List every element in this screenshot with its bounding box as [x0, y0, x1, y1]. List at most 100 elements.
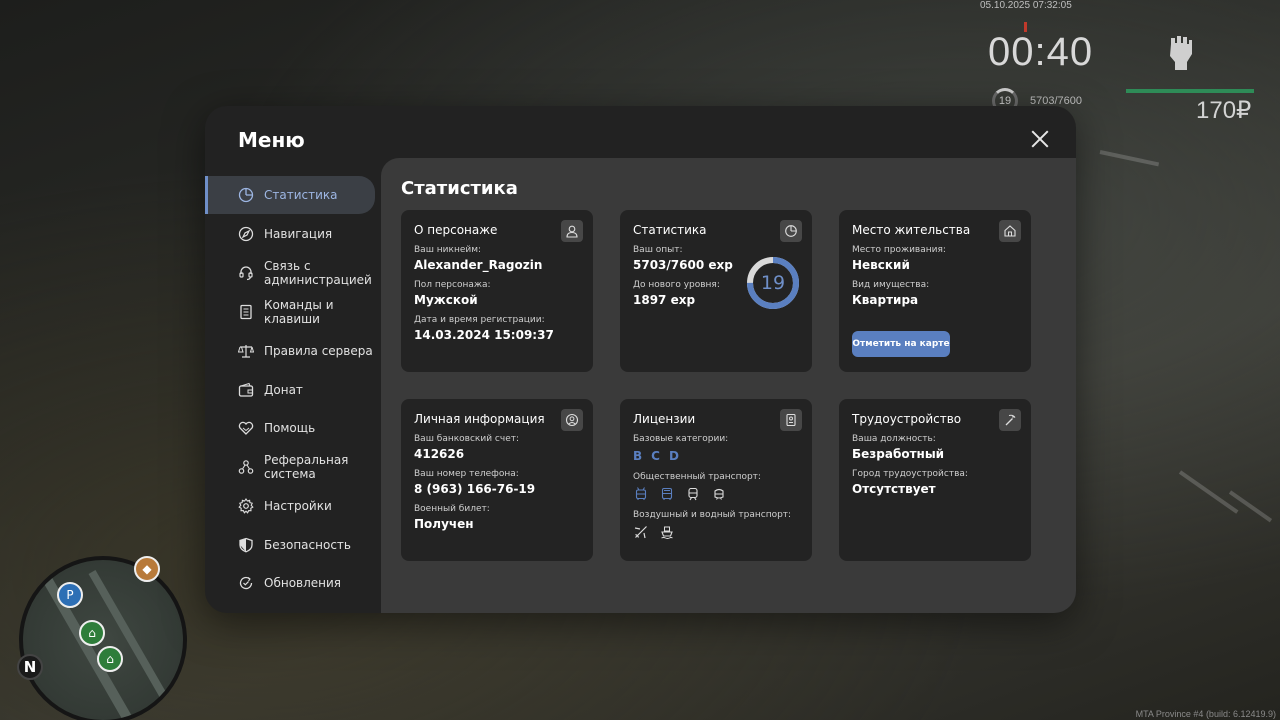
sidebar-item-security[interactable]: Безопасность: [205, 526, 381, 564]
job-city-label: Город трудоустройства:: [852, 469, 968, 479]
menu-title: Меню: [238, 128, 305, 152]
sidebar-item-label: Реферальная система: [264, 453, 349, 481]
house-icon: [999, 220, 1021, 242]
sidebar-item-label: Навигация: [264, 226, 333, 241]
card-title: Место жительства: [852, 223, 971, 237]
card-title: Личная информация: [414, 412, 545, 426]
compass-icon: [238, 226, 254, 242]
sidebar-item-label: Обновления: [264, 576, 342, 590]
user-circle-icon: [561, 409, 583, 431]
sidebar-item-label: Помощь: [264, 421, 316, 435]
sidebar-item-statistics[interactable]: Статистика: [205, 176, 375, 214]
sidebar: Статистика Навигация Связь с администрац…: [205, 176, 381, 603]
gender-label: Пол персонажа:: [414, 280, 491, 290]
registration-value: 14.03.2024 15:09:37: [414, 328, 554, 342]
sidebar-item-help[interactable]: Помощь: [205, 409, 381, 447]
position-value: Безработный: [852, 447, 945, 461]
sidebar-item-label: Правила сервера: [264, 344, 373, 358]
base-categories-label: Базовые категории:: [633, 434, 729, 444]
property-label: Вид имущества:: [852, 280, 930, 290]
nickname-label: Ваш никнейм:: [414, 245, 482, 255]
sidebar-item-settings[interactable]: Настройки: [205, 487, 381, 525]
id-card-icon: [780, 409, 802, 431]
sidebar-item-label: Связь с администрацией: [264, 258, 372, 287]
level-value: 19: [760, 272, 786, 294]
sidebar-item-label: Донат: [264, 382, 303, 397]
place-value: Невский: [852, 258, 910, 272]
sidebar-item-commands[interactable]: Команды и клавиши: [205, 293, 381, 332]
hud-datetime: 05.10.2025 07:32:05: [980, 0, 1072, 11]
position-label: Ваша должность:: [852, 434, 936, 444]
sidebar-item-referral[interactable]: Реферальная система: [205, 448, 381, 487]
bank-label: Ваш банковский счет:: [414, 434, 520, 444]
card-stats: Статистика Ваш опыт: 5703/7600 exp До но…: [620, 210, 812, 372]
gear-icon: [238, 498, 254, 514]
sidebar-item-label: Настройки: [264, 499, 332, 513]
train-icon: [685, 486, 701, 502]
scales-icon: [238, 343, 254, 359]
headset-icon: [238, 265, 254, 281]
card-title: О персонаже: [414, 223, 498, 237]
property-value: Квартира: [852, 293, 919, 307]
sidebar-item-label: Команды и клавиши: [264, 298, 334, 326]
military-label: Военный билет:: [414, 504, 490, 514]
job-city-value: Отсутствует: [852, 482, 936, 496]
license-category: C: [651, 449, 660, 463]
sidebar-item-donate[interactable]: Донат: [205, 371, 381, 409]
pie-chart-icon: [238, 187, 254, 203]
wallet-icon: [238, 382, 254, 398]
menu-window: Меню Статистика Навигация Связь с админи…: [205, 106, 1076, 613]
sidebar-item-rules[interactable]: Правила сервера: [205, 332, 381, 370]
house-icon: ⌂: [97, 646, 123, 672]
content-panel: Статистика О персонаже Ваш никнейм: Alex…: [381, 158, 1076, 613]
minimap: P ⌂ ⌂: [19, 556, 187, 720]
sidebar-item-updates[interactable]: Обновления: [205, 564, 381, 602]
map-road: [88, 570, 183, 720]
sidebar-item-navigation[interactable]: Навигация: [205, 215, 381, 253]
hud-money: 170₽: [1196, 97, 1252, 124]
gender-value: Мужской: [414, 293, 478, 307]
bus-icon: [659, 486, 675, 502]
close-icon[interactable]: [1027, 126, 1053, 152]
card-title: Статистика: [633, 223, 707, 237]
military-value: Получен: [414, 517, 474, 531]
card-personal: Личная информация Ваш банковский счет: 4…: [401, 399, 593, 561]
refresh-check-icon: [238, 575, 254, 591]
license-category: B: [633, 449, 643, 463]
phone-value: 8 (963) 166-76-19: [414, 482, 536, 496]
hud-timer: 00:40: [988, 30, 1094, 74]
license-category: D: [668, 449, 679, 463]
road-marking: [1228, 490, 1273, 523]
airplane-icon: [633, 524, 649, 540]
card-character: О персонаже Ваш никнейм: Alexander_Ragoz…: [401, 210, 593, 372]
card-title: Лицензии: [633, 412, 696, 426]
pickaxe-icon: [999, 409, 1021, 431]
public-transport-label: Общественный транспорт:: [633, 472, 761, 482]
mark-on-map-button[interactable]: Отметить на карте: [852, 331, 950, 357]
card-licenses: Лицензии Базовые категории: B C D Общест…: [620, 399, 812, 561]
license-categories: B C D: [633, 449, 799, 463]
sidebar-item-label: Статистика: [264, 188, 338, 202]
ship-icon: [659, 524, 675, 540]
compass-north-icon: N: [17, 654, 43, 680]
parking-icon: P: [57, 582, 83, 608]
exp-label: Ваш опыт:: [633, 245, 683, 255]
document-icon: [238, 304, 254, 320]
card-title: Трудоустройство: [852, 412, 962, 426]
air-water-transport-icons: [633, 524, 799, 540]
house-icon: ⌂: [79, 620, 105, 646]
air-water-transport-label: Воздушный и водный транспорт:: [633, 510, 792, 520]
build-info: MTA Province #4 (build: 6.12419.9): [1135, 709, 1276, 719]
handshake-heart-icon: [238, 420, 254, 436]
pie-chart-icon: [780, 220, 802, 242]
tram-icon: [711, 486, 727, 502]
sidebar-item-admin-contact[interactable]: Связь с администрацией: [205, 253, 381, 292]
page-title: Статистика: [401, 178, 518, 199]
nickname-value: Alexander_Ragozin: [414, 258, 543, 272]
road-marking: [1099, 150, 1160, 167]
bank-value: 412626: [414, 447, 465, 461]
trolleybus-icon: [633, 486, 649, 502]
registration-label: Дата и время регистрации:: [414, 315, 545, 325]
fist-icon: [1170, 36, 1192, 70]
pizza-icon: ◆: [134, 556, 160, 582]
